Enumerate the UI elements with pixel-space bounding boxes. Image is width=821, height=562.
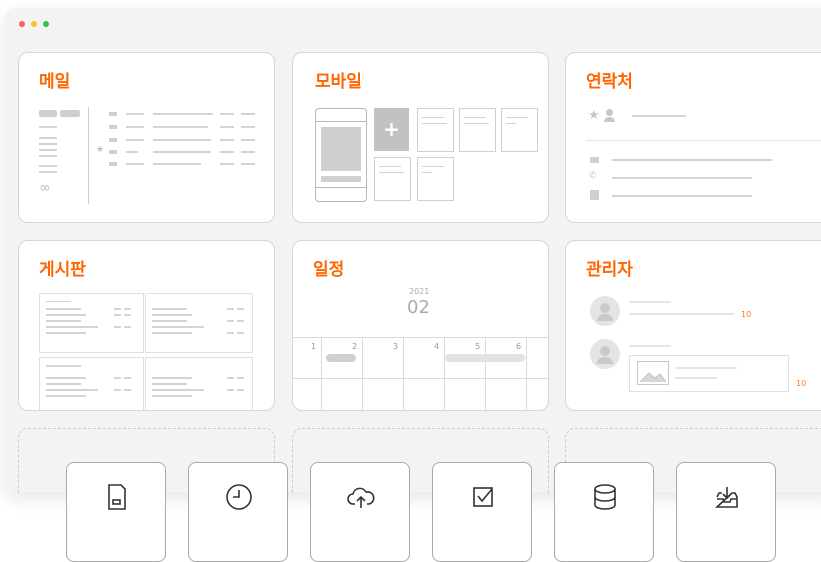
mobile-card[interactable]: 모바일 + — [292, 52, 549, 223]
add-icon: + — [374, 108, 409, 151]
admin-card[interactable]: 관리자 10 10 — [565, 240, 821, 411]
inbox-download-icon — [714, 487, 738, 508]
inbox-download-button[interactable] — [676, 462, 776, 562]
window-dot-yellow[interactable] — [31, 21, 37, 27]
board-card[interactable]: 게시판 — [18, 240, 275, 411]
calendar-day[interactable]: 2 — [352, 342, 357, 351]
cloud-upload-icon — [347, 487, 375, 508]
checkbox-button[interactable] — [432, 462, 532, 562]
notification-count: 10 — [741, 310, 752, 319]
calendar-day[interactable]: 6 — [516, 342, 521, 351]
window-dot-red[interactable] — [19, 21, 25, 27]
contacts-card-title: 연락처 — [586, 72, 633, 92]
image-icon — [637, 361, 669, 385]
star-icon: ★ — [96, 145, 105, 155]
window-dot-green[interactable] — [43, 21, 49, 27]
mail-card-title: 메일 — [39, 72, 71, 92]
cloud-upload-button[interactable] — [310, 462, 410, 562]
notification-count: 10 — [796, 379, 807, 388]
calendar-year: 2021 — [409, 287, 430, 296]
sd-card-button[interactable] — [66, 462, 166, 562]
database-icon — [594, 484, 616, 510]
star-icon: ★ — [588, 108, 600, 123]
board-card-title: 게시판 — [39, 260, 86, 280]
calendar-day[interactable]: 3 — [393, 342, 398, 351]
mobile-card-title: 모바일 — [315, 72, 362, 92]
calendar-event[interactable] — [445, 354, 525, 362]
calendar-card[interactable]: 일정 2021 02 1 2 3 4 5 6 — [292, 240, 549, 411]
checkbox-icon — [473, 487, 493, 507]
calendar-day[interactable]: 1 — [311, 342, 316, 351]
phone-icon: ✆ — [589, 171, 597, 181]
sd-card-icon — [108, 484, 126, 510]
calendar-day[interactable]: 4 — [434, 342, 439, 351]
database-button[interactable] — [554, 462, 654, 562]
infinity-icon: ∞ — [39, 180, 51, 196]
calendar-day[interactable]: 5 — [475, 342, 480, 351]
calendar-month: 02 — [407, 297, 430, 318]
person-icon — [606, 109, 613, 116]
contacts-card[interactable]: 연락처 ★ ✆ — [565, 52, 821, 223]
calendar-card-title: 일정 — [313, 260, 345, 280]
clock-icon — [226, 484, 252, 510]
mail-icon — [590, 157, 599, 163]
admin-card-title: 관리자 — [586, 260, 633, 280]
fax-icon — [590, 190, 599, 200]
mail-card[interactable]: 메일 ∞ ★ — [18, 52, 275, 223]
clock-button[interactable] — [188, 462, 288, 562]
calendar-event[interactable] — [326, 354, 356, 362]
